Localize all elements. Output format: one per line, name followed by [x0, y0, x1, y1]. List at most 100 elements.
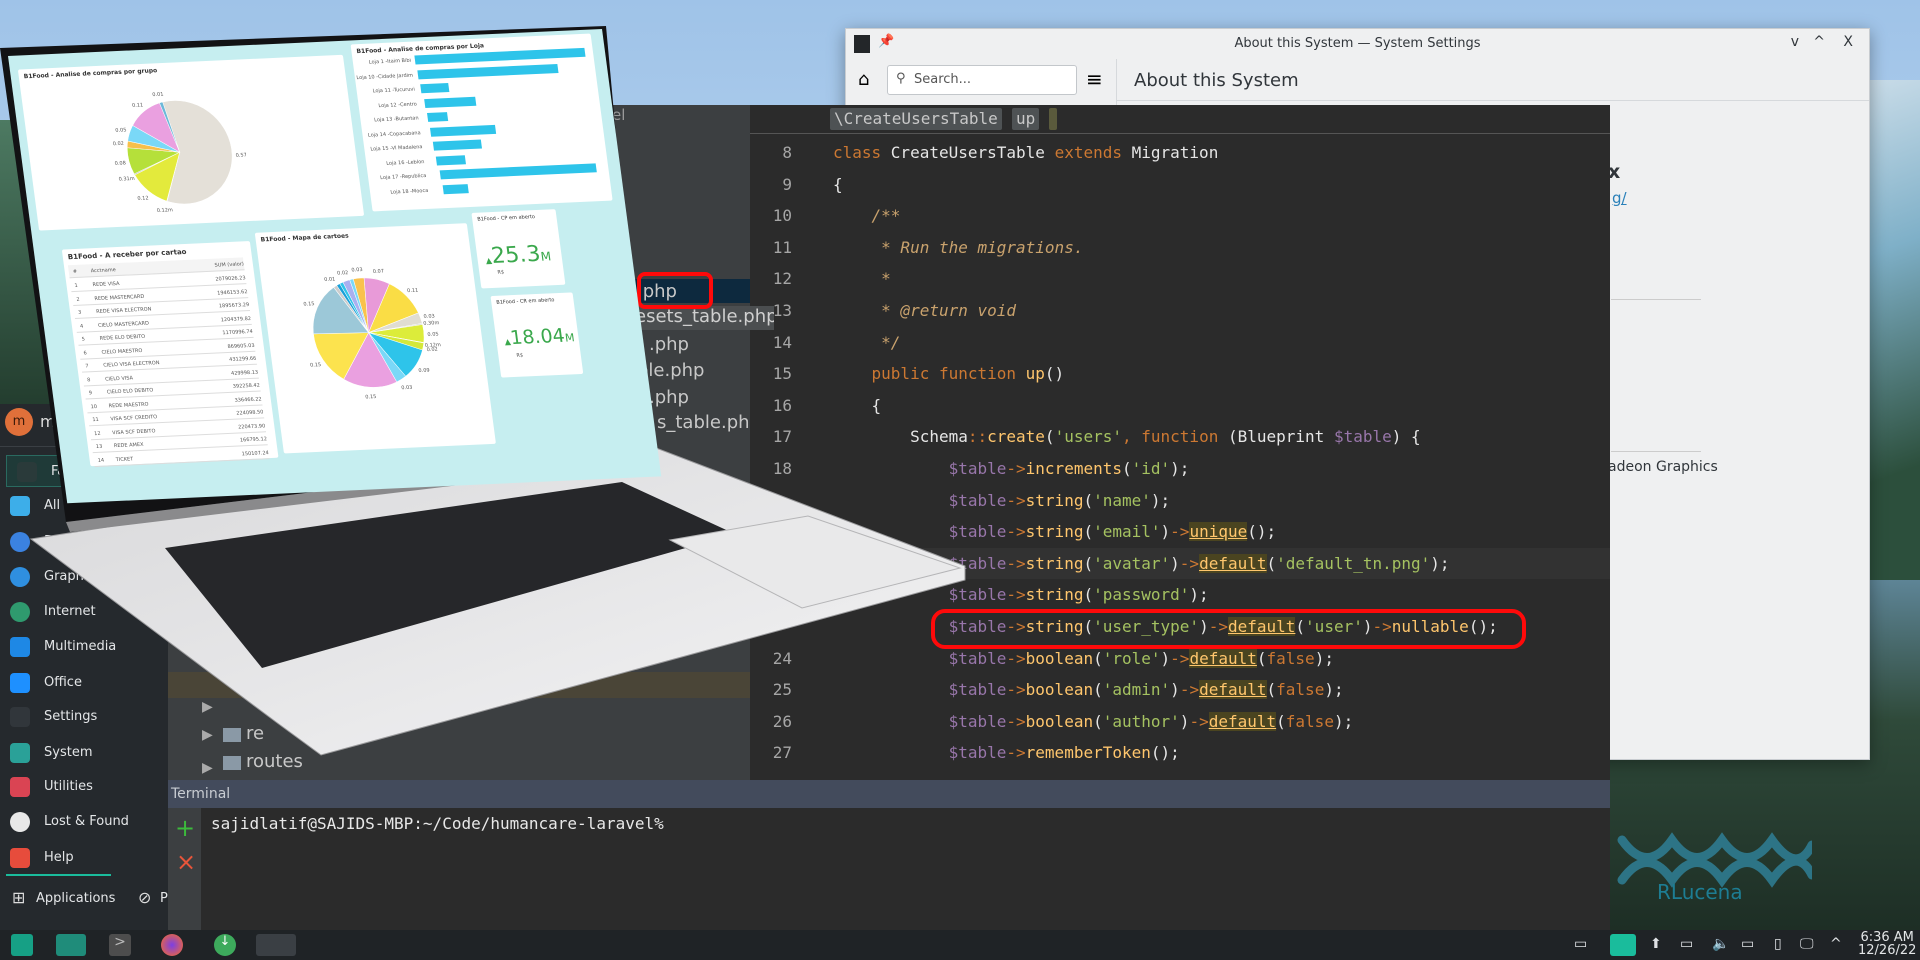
table-cell: 2 [76, 296, 81, 303]
table-cell: 9 [88, 390, 93, 397]
menu-item[interactable]: Help [0, 842, 168, 874]
network-icon[interactable]: 🖵 [1800, 936, 1814, 952]
slice-label: 0.03 [401, 385, 413, 391]
pie-chart-panel: B1Food - Analise de compras por grupo 0.… [17, 54, 365, 231]
breadcrumb-method[interactable]: up [1012, 108, 1040, 130]
maximize-button[interactable]: ^ [1813, 34, 1825, 50]
terminal-icon[interactable]: > [109, 934, 131, 956]
code-token: (); [1150, 743, 1180, 763]
code-token: ( [1266, 680, 1277, 700]
code-token: ) [1160, 522, 1171, 542]
code-token: ( [1266, 553, 1277, 573]
clock[interactable]: 6:36 AM 12/26/22 [1858, 931, 1916, 957]
bar [423, 96, 476, 108]
kpi-currency: R$ [497, 269, 505, 276]
bar [429, 124, 496, 137]
table-cell: 12 [93, 430, 101, 437]
table-cell: CIELO MASTERCARD [97, 320, 150, 329]
breadcrumb-marker [1049, 108, 1057, 130]
terminal-panel[interactable]: + × sajidlatif@SAJIDS-MBP:~/Code/humanca… [168, 808, 1610, 938]
code-token: -> [1006, 680, 1026, 700]
divider [1116, 100, 1869, 101]
code-token: -> [1006, 711, 1026, 731]
pager-icon[interactable] [1610, 934, 1636, 956]
code-token: ( [1276, 711, 1286, 731]
code-token: ); [1314, 648, 1334, 668]
table-cell: 166795.12 [239, 436, 268, 444]
battery-icon[interactable]: ▭ [1741, 936, 1754, 952]
table-cell: CIELO VISA ELECTRON [102, 360, 160, 369]
code-token: false [1266, 648, 1315, 668]
kpi-value: 18.04 [508, 324, 567, 350]
update-icon[interactable]: ⬆ [1650, 936, 1662, 952]
code-token: 'password' [1093, 585, 1190, 605]
hamburger-menu-icon[interactable]: ≡ [1086, 67, 1103, 91]
slice-label: 0.03 [351, 267, 363, 273]
table-cell: 1204379.82 [220, 315, 252, 323]
table-cell: 392258.42 [232, 382, 261, 390]
table-cell: Acctname [90, 267, 117, 275]
table-cell: REDE AMEX [113, 441, 144, 450]
close-icon[interactable]: × [176, 848, 196, 876]
table-cell: 2079026.23 [215, 275, 247, 283]
usb-icon[interactable]: ▯ [1774, 936, 1782, 952]
code-token: up [1025, 364, 1045, 384]
code-token: -> [1006, 459, 1026, 478]
bar [433, 139, 482, 151]
slice-label: 0.07 [373, 268, 385, 274]
code-token: ( [1083, 490, 1094, 510]
folder-icon[interactable] [56, 934, 86, 956]
slice-label: 0.09 [418, 368, 430, 374]
code-token: (); [1247, 522, 1277, 542]
tab-applications[interactable]: Applications [36, 891, 115, 906]
code-token: string [1025, 490, 1084, 510]
slice-label: 0.15 [310, 362, 322, 368]
menu-item[interactable]: Lost & Found [0, 806, 168, 838]
website-link[interactable]: g/ [1612, 189, 1627, 207]
table-cell: 336466.22 [234, 395, 263, 404]
rlucena-logo: RLucena [1612, 830, 1817, 904]
code-token: ) [1170, 680, 1180, 700]
code-token: 'author' [1102, 711, 1180, 731]
red-annotation-oval [931, 609, 1526, 649]
code-token: 'users' [1054, 427, 1122, 447]
close-button[interactable]: X [1843, 34, 1853, 50]
show-desktop-icon[interactable]: ▭ [1574, 936, 1587, 952]
system-settings-task-icon[interactable] [256, 934, 296, 956]
add-icon[interactable]: + [175, 814, 195, 842]
code-token: ( [1093, 648, 1103, 668]
tab-places[interactable]: P [160, 891, 168, 906]
code-token: -> [1006, 553, 1026, 573]
slice-label: 0.15 [303, 301, 315, 307]
volume-icon[interactable]: 🔈 [1712, 936, 1729, 952]
table-cell: 1170996.74 [222, 328, 254, 337]
console-icon[interactable]: ▭ [1680, 936, 1693, 952]
manjaro-menu-icon[interactable] [11, 934, 33, 956]
code-token: default [1199, 680, 1267, 700]
code-token: false [1276, 680, 1325, 700]
pie-chart-panel: B1Food - Mapa de cartoes 0.03 0.07 0.11 0.0… [254, 223, 496, 454]
minimize-button[interactable]: v [1791, 34, 1799, 50]
code-token: -> [1006, 490, 1026, 510]
tray-expand-icon[interactable]: ^ [1830, 936, 1842, 952]
pie-chart-groups: 0.57 0.12m 0.12 0.31m 0.08 0.02 0.05 0.11 0.01 [112, 92, 247, 214]
bar [442, 183, 470, 194]
table-cell: 1946153.62 [216, 288, 248, 296]
code-token: 'avatar' [1093, 553, 1171, 573]
code-token: default [1208, 711, 1277, 731]
table-cell: REDE MAESTRO [108, 401, 149, 409]
slice-label: 0.03 [423, 313, 435, 319]
slice-label: 0.11 [132, 102, 144, 108]
kpi-unit: M [539, 249, 553, 264]
terminal-prompt[interactable]: sajidlatif@SAJIDS-MBP:~/Code/humancare-l… [211, 814, 664, 833]
menu-item-label: Help [44, 850, 74, 865]
code-token: ); [1324, 680, 1344, 700]
laptop-image: B1Food - Analise de compras por grupo 0.… [0, 0, 1000, 800]
code-token: ) [1170, 553, 1180, 573]
code-token: (Blueprint [1227, 427, 1334, 447]
bar [426, 112, 449, 122]
code-token: ( [1121, 459, 1132, 478]
firefox-icon[interactable] [161, 934, 183, 956]
download-icon[interactable]: ↓ [214, 934, 236, 956]
kpi-value: 25.3 [489, 241, 543, 269]
